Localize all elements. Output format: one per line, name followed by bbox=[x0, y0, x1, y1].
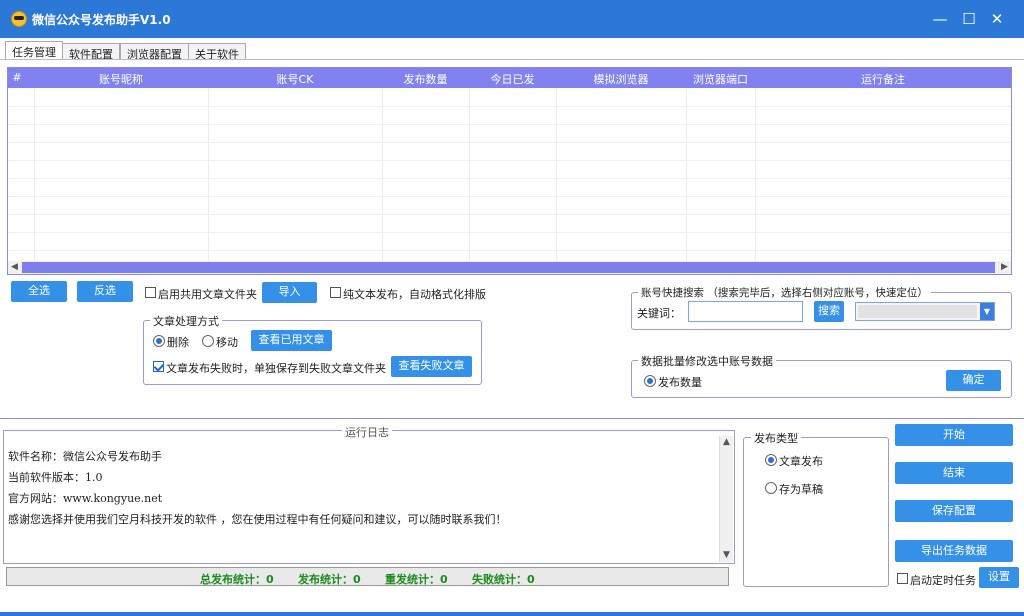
search-button[interactable]: 搜索 bbox=[814, 301, 844, 322]
scrollbar-thumb[interactable] bbox=[22, 262, 995, 273]
table-header: # 账号昵称 账号CK 发布数量 今日已发 模拟浏览器 浏览器端口 运行备注 bbox=[8, 68, 1011, 88]
window-title: 微信公众号发布助手V1.0 bbox=[32, 13, 171, 27]
total-publish-stat: 总发布统计：0 bbox=[200, 573, 274, 586]
section-divider bbox=[0, 418, 1024, 419]
col-header-ck[interactable]: 账号CK bbox=[208, 71, 382, 87]
timer-task-checkbox[interactable] bbox=[897, 573, 908, 584]
batch-modify-title: 数据批量修改选中账号数据 bbox=[638, 353, 776, 369]
invert-selection-button[interactable]: 反选 bbox=[77, 281, 133, 302]
statistics-bar: 总发布统计：0 发布统计：0 重发统计：0 失败统计：0 bbox=[6, 567, 729, 586]
log-line: 官方网站：www.kongyue.net bbox=[8, 492, 163, 505]
account-select-value bbox=[858, 305, 977, 318]
timer-task-label: 启动定时任务 bbox=[910, 574, 976, 587]
tab-strip: 任务管理 软件配置 浏览器配置 关于软件 bbox=[0, 40, 1024, 61]
view-failed-articles-button[interactable]: 查看失败文章 bbox=[391, 356, 472, 377]
log-line: 软件名称：微信公众号发布助手 bbox=[8, 450, 162, 463]
window-bottom-border bbox=[0, 612, 1024, 616]
col-divider bbox=[755, 88, 756, 261]
maximize-button[interactable]: ☐ bbox=[955, 8, 983, 30]
move-radio[interactable] bbox=[202, 335, 214, 347]
col-header-publish-count[interactable]: 发布数量 bbox=[382, 71, 469, 87]
scroll-up-icon[interactable]: ▲ bbox=[720, 436, 733, 449]
delete-radio[interactable] bbox=[153, 335, 165, 347]
tab-task-management[interactable]: 任务管理 bbox=[5, 41, 63, 60]
col-header-today-sent[interactable]: 今日已发 bbox=[469, 71, 556, 87]
tab-about[interactable]: 关于软件 bbox=[188, 43, 246, 61]
shared-folder-checkbox[interactable] bbox=[145, 287, 156, 298]
row-divider bbox=[8, 142, 1011, 143]
run-log-title: 运行日志 bbox=[342, 424, 392, 440]
plain-text-checkbox[interactable] bbox=[330, 287, 341, 298]
view-used-articles-button[interactable]: 查看已用文章 bbox=[251, 330, 332, 351]
row-divider bbox=[8, 232, 1011, 233]
row-divider bbox=[8, 124, 1011, 125]
col-header-port[interactable]: 浏览器端口 bbox=[686, 71, 755, 87]
publish-stat: 发布统计：0 bbox=[298, 573, 361, 586]
app-logo-icon bbox=[11, 11, 27, 27]
keyword-input[interactable] bbox=[688, 301, 803, 322]
save-draft-radio[interactable] bbox=[765, 482, 777, 494]
shared-folder-label: 启用共用文章文件夹 bbox=[158, 288, 257, 301]
tab-browser-config[interactable]: 浏览器配置 bbox=[120, 43, 189, 61]
row-divider bbox=[8, 214, 1011, 215]
col-divider bbox=[34, 88, 35, 261]
close-button[interactable]: ✕ bbox=[983, 8, 1011, 30]
scroll-right-icon[interactable]: ▶ bbox=[998, 261, 1011, 274]
log-line: 感谢您选择并使用我们空月科技开发的软件 ，您在使用过程中有任何疑问和建议，可以随… bbox=[8, 513, 507, 526]
save-config-button[interactable]: 保存配置 bbox=[895, 500, 1013, 522]
end-button[interactable]: 结束 bbox=[895, 462, 1013, 484]
title-bar: 微信公众号发布助手V1.0 — ☐ ✕ bbox=[0, 0, 1024, 38]
col-divider bbox=[382, 88, 383, 261]
tab-divider bbox=[0, 59, 1024, 60]
row-divider bbox=[8, 106, 1011, 107]
save-draft-label: 存为草稿 bbox=[779, 483, 823, 496]
vertical-scrollbar[interactable]: ▲ ▼ bbox=[719, 436, 733, 562]
keyword-label: 关键词： bbox=[637, 307, 681, 320]
log-line: 当前软件版本：1.0 bbox=[8, 471, 103, 484]
account-search-title: 账号快捷搜索 （搜索完毕后，选择右侧对应账号，快速定位） bbox=[638, 285, 931, 300]
tab-software-config[interactable]: 软件配置 bbox=[62, 43, 120, 61]
col-divider bbox=[469, 88, 470, 261]
delete-label: 删除 bbox=[167, 336, 189, 349]
publish-count-label: 发布数量 bbox=[658, 376, 702, 389]
row-divider bbox=[8, 196, 1011, 197]
select-all-button[interactable]: 全选 bbox=[11, 281, 67, 302]
col-divider bbox=[208, 88, 209, 261]
publish-type-title: 发布类型 bbox=[751, 430, 801, 446]
col-header-nickname[interactable]: 账号昵称 bbox=[34, 71, 208, 87]
scroll-down-icon[interactable]: ▼ bbox=[720, 549, 733, 562]
export-task-data-button[interactable]: 导出任务数据 bbox=[895, 540, 1013, 562]
article-publish-label: 文章发布 bbox=[779, 455, 823, 468]
article-processing-title: 文章处理方式 bbox=[150, 313, 222, 329]
row-divider bbox=[8, 178, 1011, 179]
repeat-stat: 重发统计：0 bbox=[385, 573, 448, 586]
scroll-left-icon[interactable]: ◀ bbox=[8, 261, 21, 274]
fail-save-checkbox[interactable] bbox=[153, 361, 164, 372]
fail-stat: 失败统计：0 bbox=[472, 573, 535, 586]
account-table[interactable]: # 账号昵称 账号CK 发布数量 今日已发 模拟浏览器 浏览器端口 运行备注 ◀… bbox=[7, 67, 1012, 275]
run-log-group: 软件名称：微信公众号发布助手 当前软件版本：1.0 官方网站：www.kongy… bbox=[3, 430, 735, 564]
article-publish-radio[interactable] bbox=[765, 454, 777, 466]
import-button[interactable]: 导入 bbox=[262, 282, 317, 303]
chevron-down-icon[interactable]: ▼ bbox=[980, 303, 994, 320]
confirm-button[interactable]: 确定 bbox=[946, 370, 1001, 391]
col-header-browser[interactable]: 模拟浏览器 bbox=[556, 71, 686, 87]
fail-save-label: 文章发布失败时，单独保存到失败文章文件夹 bbox=[166, 362, 386, 375]
col-header-index[interactable]: # bbox=[8, 71, 26, 84]
row-divider bbox=[8, 250, 1011, 251]
run-log-text[interactable]: 软件名称：微信公众号发布助手 当前软件版本：1.0 官方网站：www.kongy… bbox=[8, 436, 733, 562]
move-label: 移动 bbox=[216, 336, 238, 349]
plain-text-label: 纯文本发布，自动格式化排版 bbox=[343, 288, 486, 301]
col-header-remark[interactable]: 运行备注 bbox=[755, 71, 1011, 87]
col-divider bbox=[556, 88, 557, 261]
minimize-button[interactable]: — bbox=[926, 8, 954, 30]
start-button[interactable]: 开始 bbox=[895, 424, 1013, 446]
horizontal-scrollbar[interactable]: ◀ ▶ bbox=[8, 261, 1011, 274]
col-divider bbox=[686, 88, 687, 261]
account-select[interactable]: ▼ bbox=[855, 302, 995, 321]
settings-button[interactable]: 设置 bbox=[979, 567, 1019, 588]
publish-count-radio[interactable] bbox=[644, 375, 656, 387]
row-divider bbox=[8, 160, 1011, 161]
